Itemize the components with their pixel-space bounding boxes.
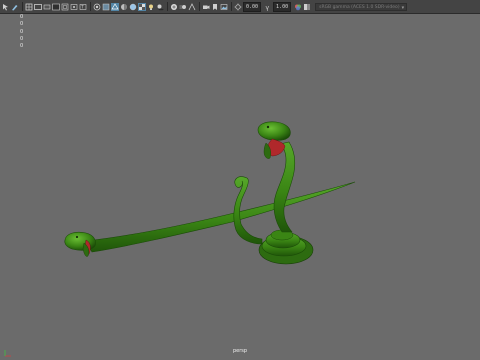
snake-head-left[interactable] (64, 231, 96, 257)
chevron-down-icon: ▾ (401, 4, 405, 11)
textured-icon[interactable] (138, 2, 146, 11)
view-transform-select[interactable]: sRGB gamma (ACES 1.0 SDR-video) ▾ (315, 2, 408, 11)
gamma-field[interactable]: 1.00 (273, 1, 292, 12)
view-transform-icon[interactable] (303, 3, 311, 11)
color-management-icon[interactable] (294, 3, 302, 11)
resolution-gate-icon[interactable] (43, 3, 51, 11)
view-transform-value: sRGB gamma (ACES 1.0 SDR-video) (319, 4, 400, 10)
ambient-occlusion-icon[interactable] (170, 3, 178, 11)
field-chart-icon[interactable] (61, 3, 69, 11)
safe-title-icon[interactable]: T (79, 3, 87, 11)
smooth-shade-icon[interactable] (120, 3, 128, 11)
default-material-icon[interactable] (129, 3, 137, 11)
toolbar-separator (22, 2, 23, 11)
wireframe-icon[interactable] (111, 2, 119, 11)
toolbar-separator (167, 2, 168, 11)
snake-body-long[interactable] (85, 181, 356, 253)
exposure-field[interactable]: 0.00 (243, 1, 262, 12)
xray-icon[interactable] (102, 3, 110, 11)
motion-blur-icon[interactable] (179, 3, 187, 11)
hud-value: 0 (20, 35, 24, 42)
snake-coil[interactable] (258, 229, 314, 265)
safe-action-icon[interactable] (70, 3, 78, 11)
camera-name-label: persp (232, 348, 248, 354)
film-gate-icon[interactable] (34, 3, 42, 11)
toolbar-separator (90, 2, 91, 11)
lights-icon[interactable] (147, 3, 155, 11)
bookmark-icon[interactable] (211, 3, 219, 11)
gate-mask-icon[interactable] (52, 3, 60, 11)
hud-value: 0 (20, 14, 24, 20)
snake-neck[interactable] (273, 141, 296, 233)
grid-icon[interactable] (25, 3, 33, 11)
antialias-icon[interactable] (188, 2, 196, 11)
select-icon[interactable] (2, 3, 10, 11)
svg-text:γ: γ (266, 4, 270, 11)
isolate-icon[interactable] (93, 3, 101, 11)
camera-attributes-icon[interactable] (202, 3, 210, 11)
viewport[interactable] (0, 0, 480, 360)
hud-value: 0 (20, 43, 24, 50)
svg-text:T: T (80, 4, 84, 9)
hud-value: 0 (20, 21, 24, 28)
viewport-toolbar: T 0.00 γ 1.00 sRGB gamma (ACES 1.0 SDR-video… (0, 0, 480, 14)
toolbar-separator (199, 2, 200, 11)
hud-value: 0 (20, 28, 24, 35)
paint-select-icon[interactable] (11, 3, 19, 11)
shadows-icon[interactable] (156, 3, 164, 11)
image-plane-icon[interactable] (220, 3, 228, 11)
toolbar-separator (231, 2, 232, 11)
exposure-icon[interactable] (234, 3, 242, 11)
gamma-icon[interactable]: γ (264, 3, 272, 11)
hud-values: 0 0 0 0 0 (20, 14, 23, 50)
